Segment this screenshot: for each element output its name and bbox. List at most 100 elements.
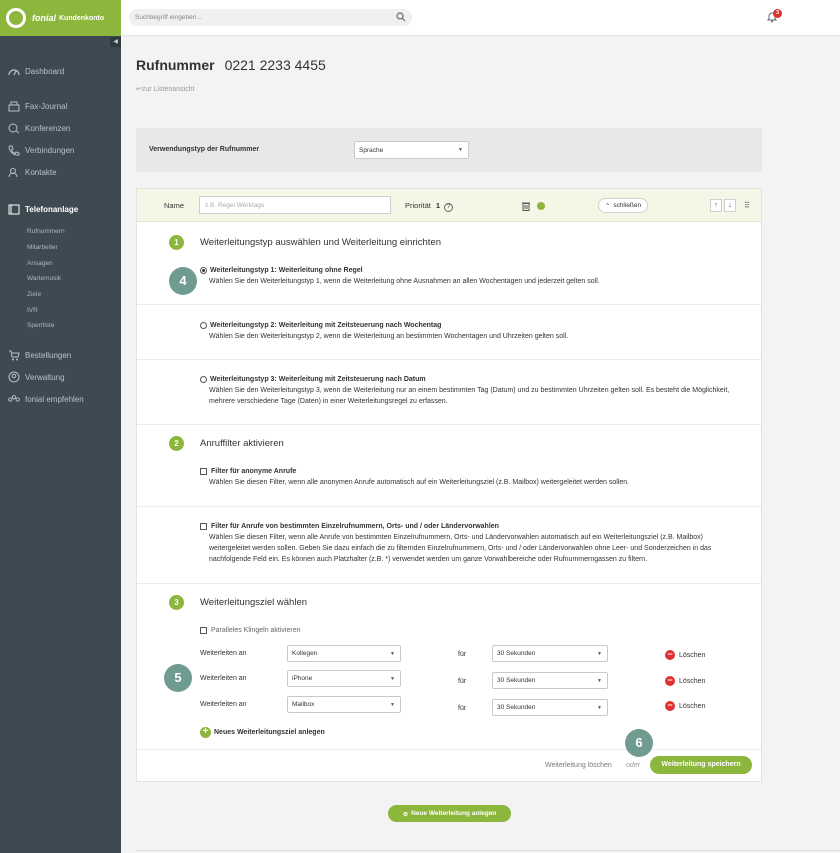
sidebar-subitem-rufnummern[interactable]: Rufnummern bbox=[0, 224, 121, 240]
help-icon[interactable]: ? bbox=[444, 203, 454, 212]
sidebar-item-admin[interactable]: Verwaltung bbox=[0, 366, 121, 388]
rule-footer: Weiterleitung löschen oder Weiterleitung… bbox=[137, 749, 761, 781]
phone-icon bbox=[8, 144, 20, 156]
parallel-ringing-label: Paralleles Klingeln aktivieren bbox=[211, 627, 301, 634]
header: Suchbegriff eingeben... 3 bbox=[121, 0, 840, 36]
forwarding-type-3-option[interactable]: Weiterleitungstyp 3: Weiterleitung mit Z… bbox=[200, 376, 740, 407]
number-filter-option[interactable]: Filter für Anrufe von bestimmten Einzelr… bbox=[200, 523, 740, 565]
forward-target-value: Kollegen bbox=[292, 650, 318, 657]
number-filter-checkbox[interactable] bbox=[200, 523, 207, 530]
remove-icon: − bbox=[665, 701, 675, 711]
nav-main: Dashboard bbox=[0, 60, 121, 82]
sidebar-subitem-mitarbeiter[interactable]: Mitarbeiter bbox=[0, 240, 121, 256]
divider bbox=[136, 850, 840, 851]
parallel-ringing-checkbox[interactable] bbox=[200, 627, 207, 634]
search-icon[interactable] bbox=[396, 12, 406, 24]
forward-target-select[interactable]: Mailbox ▼ bbox=[287, 696, 401, 713]
radio-type-1[interactable] bbox=[200, 267, 207, 274]
conference-icon bbox=[8, 122, 20, 134]
priority: Priorität 1? bbox=[405, 201, 454, 212]
duration-select[interactable]: 30 Sekunden ▼ bbox=[492, 645, 608, 662]
sidebar-item-label: Verbindungen bbox=[25, 145, 75, 155]
duration-select[interactable]: 30 Sekunden ▼ bbox=[492, 699, 608, 716]
drag-handle-icon[interactable]: ⠿ bbox=[744, 201, 750, 210]
chevron-down-icon: ▼ bbox=[597, 650, 602, 657]
new-forwarding-button[interactable]: ⊕ Neue Weiterleitung anlegen bbox=[388, 805, 511, 822]
nav-group-bottom: Bestellungen Verwaltung fonial empfehlen bbox=[0, 344, 121, 410]
chevron-down-icon: ▼ bbox=[390, 675, 395, 682]
forwarding-type-1-option[interactable]: Weiterleitungstyp 1: Weiterleitung ohne … bbox=[200, 267, 740, 287]
dashboard-icon bbox=[8, 65, 20, 77]
sidebar-item-fax-journal[interactable]: Fax-Journal bbox=[0, 95, 121, 117]
sidebar-subitem-ziele[interactable]: Ziele bbox=[0, 287, 121, 303]
back-link[interactable]: ↩zur Listenansicht bbox=[136, 85, 194, 93]
forwarding-type-2-option[interactable]: Weiterleitungstyp 2: Weiterleitung mit Z… bbox=[200, 322, 740, 342]
usage-type-panel: Verwendungstyp der Rufnummer Sprache ▼ bbox=[136, 128, 762, 172]
divider bbox=[137, 304, 761, 305]
duration-value: 30 Sekunden bbox=[497, 704, 536, 711]
option-description: Wählen Sie den Weiterleitungstyp 1, wenn… bbox=[209, 278, 600, 285]
anonymous-filter-checkbox[interactable] bbox=[200, 468, 207, 475]
option-title: Weiterleitungstyp 3: Weiterleitung mit Z… bbox=[210, 376, 426, 383]
forward-target-select[interactable]: iPhone ▼ bbox=[287, 670, 401, 687]
move-up-button[interactable]: ↑ bbox=[710, 199, 722, 212]
sidebar: fonial Kundenkonto ◀ Dashboard Fax-Journ… bbox=[0, 0, 121, 853]
plus-icon: + bbox=[200, 727, 211, 738]
chevron-up-icon: ⌃ bbox=[604, 202, 611, 210]
divider bbox=[137, 359, 761, 360]
delete-forwarding-link[interactable]: Weiterleitung löschen bbox=[545, 762, 612, 769]
for-label: für bbox=[458, 678, 467, 685]
close-rule-button[interactable]: ⌃ schließen bbox=[598, 198, 648, 213]
anonymous-filter-option[interactable]: Filter für anonyme Anrufe Wählen Sie die… bbox=[200, 468, 740, 488]
forward-target-select[interactable]: Kollegen ▼ bbox=[287, 645, 401, 662]
sidebar-item-dashboard[interactable]: Dashboard bbox=[0, 60, 121, 82]
step-3-title: Weiterleitungsziel wählen bbox=[200, 597, 308, 608]
radio-type-2[interactable] bbox=[200, 322, 207, 329]
cart-icon bbox=[8, 349, 20, 361]
page-title: Rufnummer 0221 2233 4455 bbox=[136, 57, 326, 73]
priority-value: 1 bbox=[435, 201, 441, 210]
page-title-number: 0221 2233 4455 bbox=[224, 57, 326, 73]
sidebar-item-orders[interactable]: Bestellungen bbox=[0, 344, 121, 366]
sidebar-item-label: fonial empfehlen bbox=[25, 394, 84, 404]
callout-6: 6 bbox=[625, 729, 653, 757]
brand-name: fonial bbox=[32, 13, 56, 23]
sidebar-item-label: Bestellungen bbox=[25, 350, 72, 360]
save-forwarding-button[interactable]: Weiterleitung speichern bbox=[650, 756, 752, 774]
collapse-sidebar-button[interactable]: ◀ bbox=[110, 37, 121, 47]
option-description: Wählen Sie den Weiterleitungstyp 3, wenn… bbox=[209, 387, 730, 405]
sidebar-item-contacts[interactable]: Kontakte bbox=[0, 161, 121, 183]
filter-description: Wählen Sie diesen Filter, wenn alle Anru… bbox=[209, 534, 712, 563]
rule-name-input[interactable]: z.B. Regel Werktags bbox=[199, 196, 391, 214]
usage-type-value: Sprache bbox=[359, 146, 384, 154]
step-1-title: Weiterleitungstyp auswählen und Weiterle… bbox=[200, 237, 441, 248]
filter-description: Wählen Sie diesen Filter, wenn alle anon… bbox=[209, 479, 630, 486]
delete-target-button[interactable]: − Löschen bbox=[665, 650, 705, 660]
delete-target-button[interactable]: − Löschen bbox=[665, 701, 705, 711]
sidebar-item-label: Konferenzen bbox=[25, 123, 71, 133]
search-placeholder: Suchbegriff eingeben... bbox=[135, 14, 202, 21]
move-down-button[interactable]: ↓ bbox=[724, 199, 736, 212]
delete-target-button[interactable]: − Löschen bbox=[665, 676, 705, 686]
forward-target-value: iPhone bbox=[292, 675, 313, 682]
sidebar-subitem-ivr[interactable]: IVR bbox=[0, 302, 121, 318]
sidebar-item-telefonanlage[interactable]: Telefonanlage bbox=[0, 198, 121, 220]
parallel-ringing-option[interactable]: Paralleles Klingeln aktivieren bbox=[200, 627, 740, 634]
sidebar-subitem-sperrliste[interactable]: Sperrliste bbox=[0, 318, 121, 334]
sidebar-subitem-ansagen[interactable]: Ansagen bbox=[0, 255, 121, 271]
sidebar-item-connections[interactable]: Verbindungen bbox=[0, 139, 121, 161]
usage-type-select[interactable]: Sprache ▼ bbox=[354, 141, 469, 159]
active-status-dot[interactable] bbox=[537, 202, 545, 210]
sidebar-item-recommend[interactable]: fonial empfehlen bbox=[0, 388, 121, 410]
delete-label: Löschen bbox=[679, 702, 706, 710]
search-input[interactable]: Suchbegriff eingeben... bbox=[129, 9, 412, 26]
remove-icon: − bbox=[665, 676, 675, 686]
trash-icon[interactable] bbox=[522, 201, 530, 213]
add-forward-target-button[interactable]: + Neues Weiterleitungsziel anlegen bbox=[200, 727, 325, 738]
duration-select[interactable]: 30 Sekunden ▼ bbox=[492, 672, 608, 689]
brand-logo[interactable]: fonial Kundenkonto bbox=[0, 0, 121, 36]
logo-icon bbox=[6, 8, 26, 28]
radio-type-3[interactable] bbox=[200, 376, 207, 383]
sidebar-item-conferences[interactable]: Konferenzen bbox=[0, 117, 121, 139]
sidebar-subitem-wartemusik[interactable]: Wartemusik bbox=[0, 271, 121, 287]
